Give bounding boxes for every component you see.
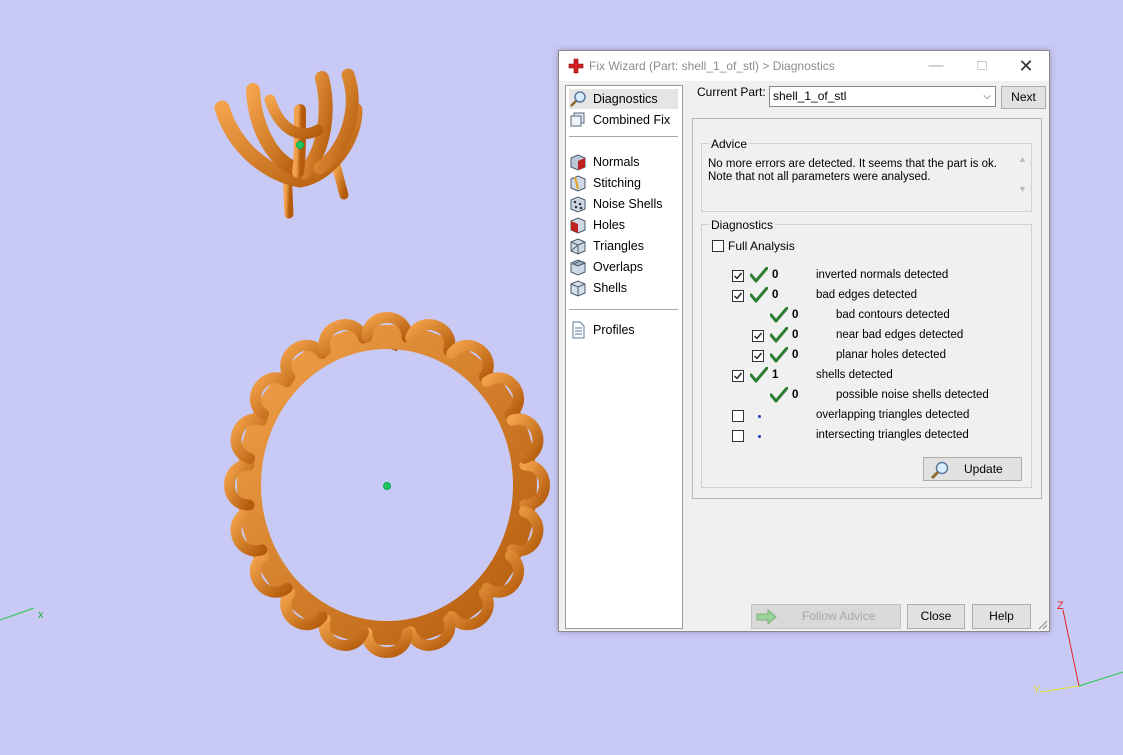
current-part-value: shell_1_of_stl — [773, 89, 847, 103]
not-analysed-dot-icon — [758, 415, 761, 418]
prong-setting-model[interactable] — [214, 68, 363, 219]
diagnostic-label: possible noise shells detected — [836, 389, 989, 401]
help-button[interactable]: Help — [972, 604, 1031, 629]
red-cross-icon — [568, 58, 584, 74]
window-title: Fix Wizard (Part: shell_1_of_stl) > Diag… — [589, 59, 835, 73]
nav-divider — [569, 136, 678, 137]
diagnostic-label: bad contours detected — [836, 309, 950, 321]
combined-fix-icon — [570, 112, 585, 127]
diagnostic-count: 0 — [772, 289, 779, 301]
ok-check-icon — [750, 267, 768, 283]
diagnostic-label: bad edges detected — [816, 289, 918, 301]
ok-check-icon — [770, 307, 788, 323]
nav-item-shells[interactable]: Shells — [569, 278, 678, 298]
ok-check-icon — [750, 367, 768, 383]
nav-item-holes[interactable]: Holes — [569, 215, 678, 235]
pivot-point — [296, 141, 304, 149]
diagnostics-panel: No more errors are detected. It seems th… — [692, 118, 1042, 499]
full-analysis-label: Full Analysis — [728, 239, 795, 253]
nav-item-overlaps[interactable]: Overlaps — [569, 257, 678, 277]
close-button[interactable]: Close — [907, 604, 965, 629]
arrow-right-icon — [756, 609, 777, 625]
axis-gizmo-left: x — [0, 607, 44, 621]
ok-check-icon — [770, 327, 788, 343]
advice-line-2: Note that not all parameters were analys… — [708, 171, 931, 183]
nav-item-noise-shells[interactable]: Noise Shells — [569, 194, 678, 214]
not-analysed-dot-icon — [758, 435, 761, 438]
nav-item-stitching[interactable]: Stitching — [569, 173, 678, 193]
nav-item-combined-fix[interactable]: Combined Fix — [569, 110, 678, 130]
follow-advice-button[interactable]: Follow Advice — [751, 604, 901, 629]
overlaps-icon — [570, 259, 587, 276]
nav-item-diagnostics[interactable]: Diagnostics — [569, 89, 678, 109]
advice-text-box: No more errors are detected. It seems th… — [704, 152, 1022, 206]
next-button[interactable]: Next — [1001, 86, 1046, 109]
pivot-point — [383, 482, 391, 490]
diagnostic-checkbox[interactable] — [752, 330, 764, 342]
title-bar[interactable]: Fix Wizard (Part: shell_1_of_stl) > Diag… — [559, 51, 1049, 81]
diagnostic-checkbox[interactable] — [732, 290, 744, 302]
nav-divider — [569, 309, 678, 310]
profiles-icon — [572, 321, 585, 339]
nav-item-triangles[interactable]: Triangles — [569, 236, 678, 256]
ok-check-icon — [770, 387, 788, 403]
diagnostic-label: inverted normals detected — [816, 269, 949, 281]
stitching-icon — [570, 175, 586, 192]
close-window-button[interactable]: ✕ — [1003, 51, 1049, 81]
axis-y-label: Y — [1033, 684, 1041, 696]
nav-item-normals[interactable]: Normals — [569, 152, 678, 172]
diagnostic-label: intersecting triangles detected — [816, 429, 969, 441]
triangles-icon — [570, 238, 586, 255]
axis-x-label: x — [38, 609, 44, 621]
fix-wizard-dialog: Fix Wizard (Part: shell_1_of_stl) > Diag… — [558, 50, 1050, 632]
diagnostic-count: 0 — [772, 269, 779, 281]
advice-line-1: No more errors are detected. It seems th… — [708, 158, 997, 170]
diagnostics-title: Diagnostics — [709, 218, 776, 232]
diagnostic-label: overlapping triangles detected — [816, 409, 970, 421]
fix-nav-list: Diagnostics Combined Fix Normals Stitchi… — [565, 85, 683, 629]
ok-check-icon — [770, 347, 788, 363]
magnifier-icon — [570, 91, 586, 107]
diagnostic-count: 0 — [792, 349, 799, 361]
current-part-label: Current Part: — [697, 85, 766, 99]
maximize-button[interactable]: □ — [959, 51, 1005, 81]
diagnostic-checkbox[interactable] — [732, 410, 744, 422]
diagnostic-label: planar holes detected — [836, 349, 946, 361]
noise-shells-icon — [570, 196, 586, 213]
diagnostic-checkbox[interactable] — [732, 430, 744, 442]
resize-grip-icon[interactable] — [1038, 620, 1048, 630]
axis-z-label: Z — [1057, 600, 1064, 612]
advice-group: No more errors are detected. It seems th… — [701, 143, 1032, 212]
minimize-button[interactable]: — — [913, 51, 959, 81]
current-part-select[interactable]: shell_1_of_stl ⌵ — [769, 86, 996, 107]
diagnostic-checkbox[interactable] — [752, 350, 764, 362]
update-button[interactable]: Update — [923, 457, 1022, 481]
magnifier-icon — [930, 461, 949, 479]
scroll-up-icon: ▲ — [1018, 154, 1027, 164]
ok-check-icon — [750, 287, 768, 303]
diagnostic-label: shells detected — [816, 369, 893, 381]
advice-scrollbar[interactable]: ▲ ▼ — [1016, 152, 1030, 204]
advice-title: Advice — [709, 137, 750, 151]
nav-item-profiles[interactable]: Profiles — [569, 320, 678, 340]
diagnostic-count: 1 — [772, 369, 779, 381]
diagnostic-checkbox[interactable] — [732, 270, 744, 282]
holes-icon — [570, 217, 586, 234]
scroll-down-icon: ▼ — [1018, 184, 1027, 194]
diagnostic-count: 0 — [792, 389, 799, 401]
full-analysis-checkbox[interactable] — [712, 240, 724, 252]
diagnostics-group: Full Analysis 0 inverted normals detected… — [701, 224, 1032, 488]
normals-icon — [570, 154, 586, 171]
diagnostic-count: 0 — [792, 329, 799, 341]
shells-icon — [570, 280, 586, 297]
chevron-down-icon: ⌵ — [983, 91, 991, 102]
diagnostic-checkbox[interactable] — [732, 370, 744, 382]
diagnostic-label: near bad edges detected — [836, 329, 964, 341]
diagnostic-count: 0 — [792, 309, 799, 321]
